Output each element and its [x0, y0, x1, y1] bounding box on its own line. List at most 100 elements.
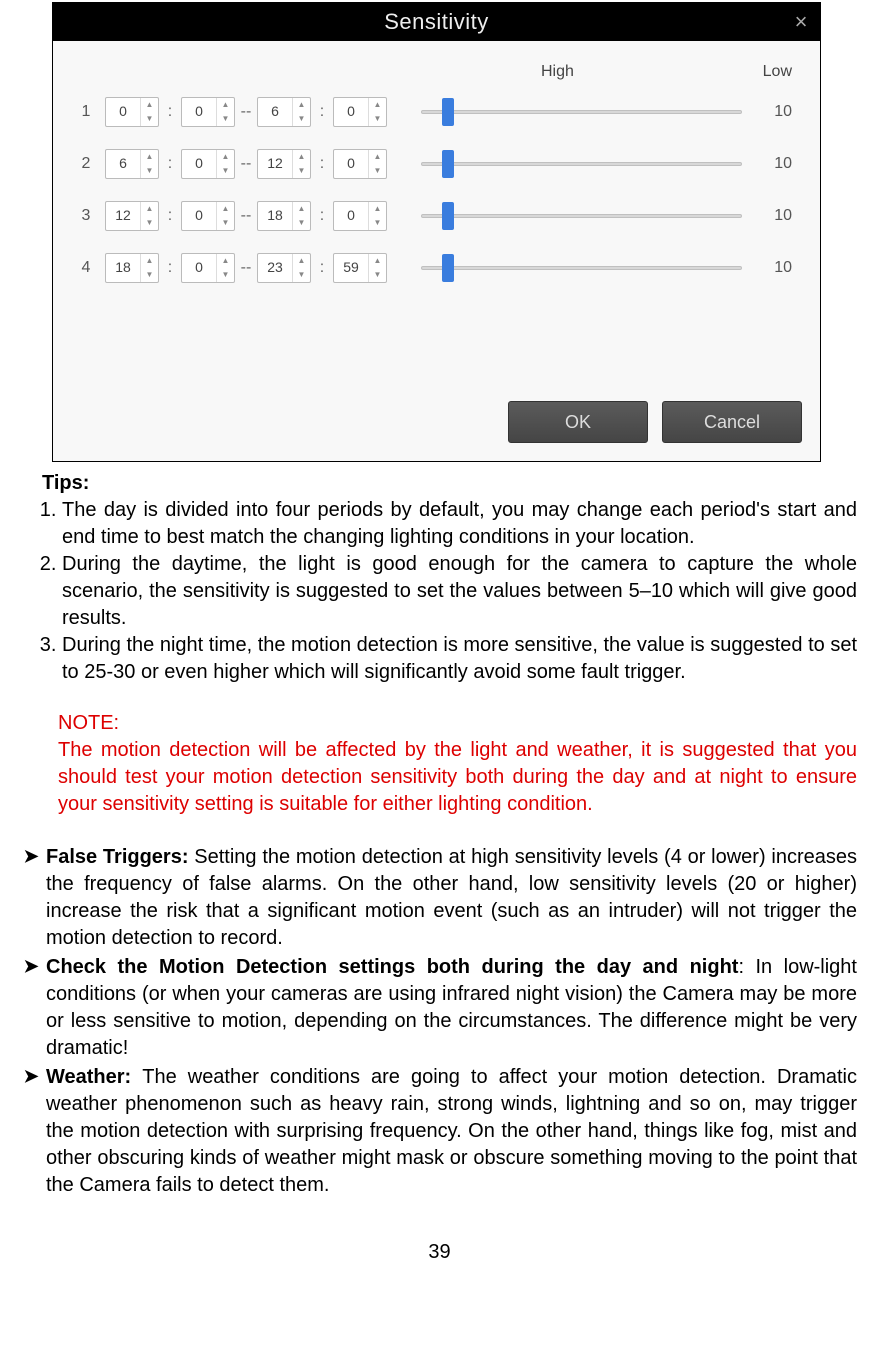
- dialog-title: Sensitivity: [384, 7, 489, 37]
- chevron-down-icon[interactable]: ▼: [369, 216, 386, 230]
- row-index: 1: [71, 101, 101, 123]
- chevron-up-icon[interactable]: ▲: [217, 98, 234, 112]
- start-hour-stepper-value: 12: [106, 202, 140, 230]
- end-hour-stepper[interactable]: 12 ▲ ▼: [257, 149, 311, 179]
- slider-track[interactable]: [421, 214, 742, 218]
- chevron-up-icon[interactable]: ▲: [141, 150, 158, 164]
- bullet-lead: Check the Motion Detection settings both…: [46, 956, 738, 978]
- stepper-arrows[interactable]: ▲ ▼: [368, 150, 386, 178]
- slider-thumb[interactable]: [442, 98, 454, 126]
- chevron-up-icon[interactable]: ▲: [369, 202, 386, 216]
- stepper-arrows[interactable]: ▲ ▼: [140, 202, 158, 230]
- bullet-text: False Triggers: Setting the motion detec…: [46, 844, 857, 952]
- stepper-arrows[interactable]: ▲ ▼: [292, 202, 310, 230]
- stepper-arrows[interactable]: ▲ ▼: [292, 150, 310, 178]
- start-hour-stepper[interactable]: 6 ▲ ▼: [105, 149, 159, 179]
- sensitivity-slider[interactable]: 10: [421, 201, 792, 231]
- start-min-stepper[interactable]: 0 ▲ ▼: [181, 149, 235, 179]
- chevron-up-icon[interactable]: ▲: [369, 98, 386, 112]
- end-hour-stepper[interactable]: 18 ▲ ▼: [257, 201, 311, 231]
- bullet-item: ➤False Triggers: Setting the motion dete…: [16, 844, 857, 952]
- stepper-arrows[interactable]: ▲ ▼: [216, 150, 234, 178]
- time-period-row: 2 6 ▲ ▼ : 0 ▲ ▼ -- 12 ▲ ▼ : 0 ▲ ▼ 10: [71, 149, 802, 179]
- chevron-down-icon[interactable]: ▼: [217, 268, 234, 282]
- end-hour-stepper[interactable]: 23 ▲ ▼: [257, 253, 311, 283]
- start-hour-stepper-value: 6: [106, 150, 140, 178]
- chevron-up-icon[interactable]: ▲: [217, 254, 234, 268]
- row-index: 2: [71, 153, 101, 175]
- end-min-stepper-value: 0: [334, 202, 368, 230]
- stepper-arrows[interactable]: ▲ ▼: [140, 254, 158, 282]
- start-min-stepper[interactable]: 0 ▲ ▼: [181, 97, 235, 127]
- stepper-arrows[interactable]: ▲ ▼: [216, 254, 234, 282]
- chevron-up-icon[interactable]: ▲: [293, 254, 310, 268]
- stepper-arrows[interactable]: ▲ ▼: [140, 98, 158, 126]
- chevron-up-icon[interactable]: ▲: [217, 150, 234, 164]
- chevron-up-icon[interactable]: ▲: [293, 202, 310, 216]
- sensitivity-slider[interactable]: 10: [421, 149, 792, 179]
- chevron-up-icon[interactable]: ▲: [141, 98, 158, 112]
- stepper-arrows[interactable]: ▲ ▼: [368, 98, 386, 126]
- chevron-down-icon[interactable]: ▼: [293, 268, 310, 282]
- chevron-down-icon[interactable]: ▼: [141, 268, 158, 282]
- chevron-down-icon[interactable]: ▼: [369, 112, 386, 126]
- chevron-up-icon[interactable]: ▲: [141, 202, 158, 216]
- chevron-down-icon[interactable]: ▼: [217, 216, 234, 230]
- chevron-down-icon[interactable]: ▼: [293, 216, 310, 230]
- slider-thumb[interactable]: [442, 202, 454, 230]
- end-min-stepper[interactable]: 59 ▲ ▼: [333, 253, 387, 283]
- chevron-down-icon[interactable]: ▼: [141, 216, 158, 230]
- chevron-up-icon[interactable]: ▲: [369, 254, 386, 268]
- note-block: NOTE: The motion detection will be affec…: [58, 710, 857, 818]
- stepper-arrows[interactable]: ▲ ▼: [368, 254, 386, 282]
- chevron-up-icon[interactable]: ▲: [141, 254, 158, 268]
- close-icon[interactable]: ×: [795, 7, 808, 37]
- start-hour-stepper[interactable]: 18 ▲ ▼: [105, 253, 159, 283]
- slider-thumb[interactable]: [442, 254, 454, 282]
- stepper-arrows[interactable]: ▲ ▼: [292, 98, 310, 126]
- slider-track[interactable]: [421, 110, 742, 114]
- cancel-button[interactable]: Cancel: [662, 401, 802, 443]
- chevron-down-icon[interactable]: ▼: [141, 164, 158, 178]
- chevron-up-icon[interactable]: ▲: [293, 150, 310, 164]
- stepper-arrows[interactable]: ▲ ▼: [216, 202, 234, 230]
- end-hour-stepper-value: 23: [258, 254, 292, 282]
- stepper-arrows[interactable]: ▲ ▼: [140, 150, 158, 178]
- chevron-down-icon[interactable]: ▼: [293, 112, 310, 126]
- slider-track[interactable]: [421, 266, 742, 270]
- chevron-down-icon[interactable]: ▼: [217, 164, 234, 178]
- label-high: High: [541, 61, 581, 83]
- sensitivity-slider[interactable]: 10: [421, 253, 792, 283]
- dialog-buttons: OK Cancel: [71, 401, 802, 443]
- end-hour-stepper[interactable]: 6 ▲ ▼: [257, 97, 311, 127]
- stepper-arrows[interactable]: ▲ ▼: [368, 202, 386, 230]
- chevron-up-icon[interactable]: ▲: [293, 98, 310, 112]
- chevron-down-icon[interactable]: ▼: [141, 112, 158, 126]
- page-content: Tips: The day is divided into four perio…: [0, 462, 873, 1266]
- end-min-stepper[interactable]: 0 ▲ ▼: [333, 97, 387, 127]
- slider-thumb[interactable]: [442, 150, 454, 178]
- chevron-down-icon[interactable]: ▼: [369, 268, 386, 282]
- end-min-stepper-value: 0: [334, 98, 368, 126]
- chevron-down-icon[interactable]: ▼: [293, 164, 310, 178]
- bullet-text: Weather: The weather conditions are goin…: [46, 1064, 857, 1199]
- end-min-stepper[interactable]: 0 ▲ ▼: [333, 149, 387, 179]
- sensitivity-dialog: Sensitivity × High Low 1 0 ▲ ▼ : 0 ▲ ▼ -…: [52, 2, 821, 462]
- ok-button[interactable]: OK: [508, 401, 648, 443]
- start-hour-stepper[interactable]: 0 ▲ ▼: [105, 97, 159, 127]
- start-min-stepper[interactable]: 0 ▲ ▼: [181, 253, 235, 283]
- chevron-up-icon[interactable]: ▲: [369, 150, 386, 164]
- start-hour-stepper[interactable]: 12 ▲ ▼: [105, 201, 159, 231]
- end-min-stepper[interactable]: 0 ▲ ▼: [333, 201, 387, 231]
- sensitivity-slider[interactable]: 10: [421, 97, 792, 127]
- chevron-down-icon[interactable]: ▼: [217, 112, 234, 126]
- stepper-arrows[interactable]: ▲ ▼: [292, 254, 310, 282]
- slider-track[interactable]: [421, 162, 742, 166]
- stepper-arrows[interactable]: ▲ ▼: [216, 98, 234, 126]
- start-min-stepper-value: 0: [182, 98, 216, 126]
- start-hour-stepper-value: 0: [106, 98, 140, 126]
- time-period-row: 1 0 ▲ ▼ : 0 ▲ ▼ -- 6 ▲ ▼ : 0 ▲ ▼ 10: [71, 97, 802, 127]
- chevron-up-icon[interactable]: ▲: [217, 202, 234, 216]
- start-min-stepper[interactable]: 0 ▲ ▼: [181, 201, 235, 231]
- chevron-down-icon[interactable]: ▼: [369, 164, 386, 178]
